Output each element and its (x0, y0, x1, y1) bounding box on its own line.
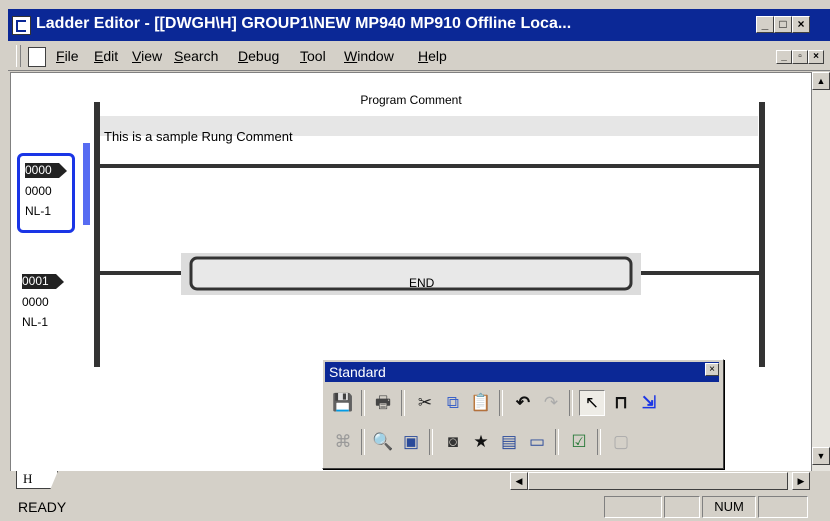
mdi-restore-button[interactable]: ▫ (792, 50, 808, 64)
save-icon[interactable]: 💾 (331, 391, 355, 415)
debug-icon[interactable]: ⌘ (331, 430, 355, 454)
redo-icon[interactable]: ↷ (539, 391, 563, 415)
status-bar: READY NUM (8, 495, 830, 521)
menu-view[interactable]: View (132, 48, 162, 64)
rung-0001-line-left (100, 271, 190, 275)
insert-row-icon[interactable]: ⇲ (637, 391, 661, 415)
scroll-right-button[interactable]: ▶ (792, 472, 810, 490)
favorite-icon[interactable]: ★ (469, 430, 493, 454)
monitor-icon[interactable]: ▣ (399, 430, 423, 454)
menu-debug[interactable]: Debug (238, 48, 279, 64)
rung-0001-step: 0000 (22, 295, 49, 309)
maximize-button[interactable]: □ (774, 16, 792, 33)
disabled-icon: ▢ (612, 432, 630, 451)
menu-window[interactable]: Window (344, 48, 394, 64)
rung-0000-number: 0000 (25, 163, 59, 178)
toolbar-separator (361, 429, 365, 455)
find-icon[interactable]: 🔍 (371, 430, 395, 454)
menu-bar: File Edit View Search Debug Tool Window … (8, 42, 830, 71)
toolbar-separator (361, 390, 365, 416)
status-pane-2 (664, 496, 700, 518)
scroll-down-button[interactable]: ▼ (812, 447, 830, 465)
status-text: READY (18, 499, 67, 515)
rung-0001-label[interactable]: 0001 0000 NL-1 (17, 267, 77, 337)
window-icon[interactable]: ▭ (525, 430, 549, 454)
vertical-scrollbar[interactable]: ▲ ▼ (812, 72, 830, 471)
app-icon[interactable] (12, 16, 31, 35)
toolbar-separator (597, 429, 601, 455)
menu-help[interactable]: Help (418, 48, 447, 64)
status-pane-1 (604, 496, 662, 518)
end-label: END (409, 276, 435, 290)
coil-icon[interactable]: ⊓ (609, 391, 633, 415)
mdi-close-button[interactable]: × (808, 50, 824, 64)
menu-file[interactable]: File (56, 48, 79, 64)
num-lock-indicator: NUM (702, 496, 756, 518)
register-icon[interactable]: ◙ (441, 430, 465, 454)
menu-edit[interactable]: Edit (94, 48, 118, 64)
sheet-tab-bar: H ◀ ▶ (10, 471, 830, 491)
left-power-rail (94, 102, 100, 367)
cut-icon[interactable]: ✂ (413, 391, 437, 415)
window-title: Ladder Editor - [[DWGH\H] GROUP1\NEW MP9… (36, 15, 572, 32)
rung-0001-line-right (634, 271, 759, 275)
rung-comment: This is a sample Rung Comment (104, 129, 293, 144)
right-power-rail (759, 102, 765, 367)
mdi-minimize-button[interactable]: _ (776, 50, 792, 64)
ladder-editor-window: Ladder Editor - [[DWGH\H] GROUP1\NEW MP9… (8, 9, 830, 521)
print-icon[interactable]: 🖶 (371, 391, 395, 415)
status-pane-4 (758, 496, 808, 518)
horizontal-scrollbar[interactable]: ◀ ▶ (510, 472, 810, 490)
standard-toolbar[interactable]: Standard × 💾 🖶 ✂ ⧉ 📋 ↶ ↷ ↖ ⊓ ⇲ ⌘ 🔍 ▣ ◙ ★… (322, 359, 724, 469)
pointer-icon[interactable]: ↖ (579, 390, 605, 416)
scroll-left-button[interactable]: ◀ (510, 472, 528, 490)
undo-icon[interactable]: ↶ (511, 391, 535, 415)
title-bar[interactable]: Ladder Editor - [[DWGH\H] GROUP1\NEW MP9… (8, 9, 830, 41)
rung-0000-nest: NL-1 (25, 204, 52, 218)
document-icon[interactable] (28, 47, 46, 67)
rung-selection-bar (83, 143, 90, 225)
toolbar-title[interactable]: Standard (325, 362, 719, 382)
toolbar-separator (555, 429, 559, 455)
copy-icon[interactable]: ⧉ (441, 391, 465, 415)
sheet-tab-h[interactable]: H (16, 471, 58, 489)
toolbar-separator (401, 390, 405, 416)
menu-search[interactable]: Search (174, 48, 218, 64)
rung-0000-line (100, 164, 759, 168)
rung-0000-arrow (59, 163, 67, 178)
scroll-up-button[interactable]: ▲ (812, 72, 830, 90)
menu-tool[interactable]: Tool (300, 48, 326, 64)
rung-0001-arrow (56, 274, 64, 289)
check-icon[interactable]: ☑ (567, 430, 591, 454)
paste-icon[interactable]: 📋 (469, 391, 493, 415)
menu-grip[interactable] (16, 45, 21, 67)
horizontal-scroll-thumb[interactable] (528, 472, 788, 490)
rung-0001-nest: NL-1 (22, 315, 49, 329)
toolbar-separator (429, 429, 433, 455)
rung-0000-label[interactable]: 0000 0000 NL-1 (17, 153, 75, 233)
toolbar-separator (499, 390, 503, 416)
list-icon[interactable]: ▤ (497, 430, 521, 454)
program-comment: Program Comment (360, 93, 462, 107)
toolbar-separator (569, 390, 573, 416)
minimize-button[interactable]: _ (756, 16, 774, 33)
rung-0000-step: 0000 (25, 184, 52, 198)
toolbar-close-button[interactable]: × (705, 363, 719, 376)
rung-0001-number: 0001 (22, 274, 56, 289)
close-button[interactable]: × (792, 16, 810, 33)
